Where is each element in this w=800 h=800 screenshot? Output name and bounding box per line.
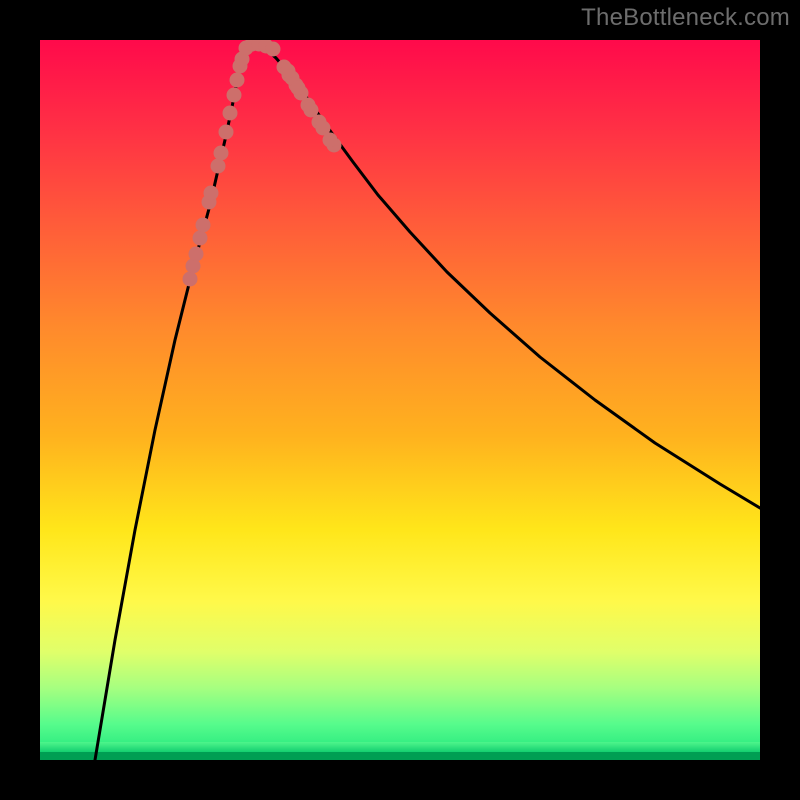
data-point: [183, 272, 198, 287]
bottleneck-curve: [95, 44, 760, 760]
data-point: [214, 146, 229, 161]
data-point: [281, 64, 296, 79]
data-point: [223, 106, 238, 121]
data-point: [204, 186, 219, 201]
watermark-text: TheBottleneck.com: [581, 4, 790, 32]
data-point: [266, 42, 281, 57]
data-point: [189, 247, 204, 262]
curve-svg: [40, 40, 760, 760]
data-point: [291, 81, 306, 96]
data-point: [211, 159, 226, 174]
data-point: [193, 231, 208, 246]
chart-frame: TheBottleneck.com: [0, 0, 800, 800]
data-point: [227, 88, 242, 103]
data-point: [304, 103, 319, 118]
plot-area: [40, 40, 760, 760]
data-point: [196, 218, 211, 233]
data-point: [230, 73, 245, 88]
data-point: [323, 133, 338, 148]
data-point: [219, 125, 234, 140]
